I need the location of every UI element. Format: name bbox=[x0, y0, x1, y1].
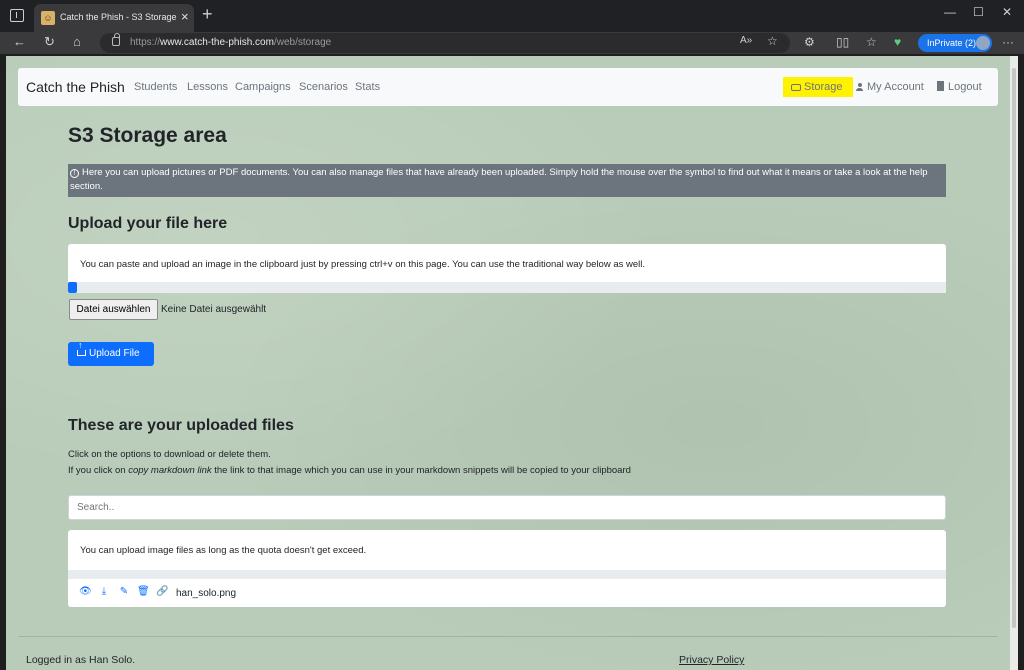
refresh-icon[interactable]: ↻ bbox=[44, 34, 55, 50]
page-title: S3 Storage area bbox=[68, 124, 227, 147]
scroll-thumb[interactable] bbox=[1012, 68, 1016, 628]
inprivate-badge[interactable]: InPrivate (2) bbox=[918, 34, 992, 52]
browser-tab-bar: ☺ Catch the Phish - S3 Storage area × + … bbox=[0, 0, 1024, 32]
file-chooser-status: Keine Datei ausgewählt bbox=[161, 304, 267, 315]
privacy-policy-link[interactable]: Privacy Policy bbox=[679, 654, 744, 666]
file-name: han_solo.png bbox=[176, 588, 237, 599]
back-icon[interactable]: ← bbox=[13, 34, 26, 49]
brand-link[interactable]: Catch the Phish bbox=[26, 79, 125, 95]
new-tab-icon[interactable]: + bbox=[202, 4, 213, 25]
tab-title: Catch the Phish - S3 Storage area bbox=[60, 12, 178, 22]
close-window-icon[interactable]: ✕ bbox=[1002, 5, 1012, 19]
nav-campaigns[interactable]: Campaigns bbox=[235, 81, 291, 93]
upload-progress-bar bbox=[68, 282, 946, 293]
home-icon[interactable]: ⌂ bbox=[73, 34, 81, 49]
url-text: https://www.catch-the-phish.com/web/stor… bbox=[130, 37, 332, 48]
files-hint-1: Click on the options to download or dele… bbox=[68, 449, 271, 460]
upload-file-label: Upload File bbox=[89, 348, 140, 359]
files-hint-2: If you click on copy markdown link the l… bbox=[68, 465, 631, 476]
choose-file-button[interactable]: Datei auswählen bbox=[69, 299, 158, 320]
info-icon: ! bbox=[70, 169, 79, 178]
quota-text: You can upload image files as long as th… bbox=[80, 545, 367, 556]
quota-progress-bar bbox=[68, 570, 946, 579]
address-bar: ← ↻ ⌂ https://www.catch-the-phish.com/we… bbox=[0, 32, 1024, 54]
more-menu-icon[interactable]: ··· bbox=[1002, 35, 1014, 49]
delete-trash-icon[interactable]: 🗑 bbox=[137, 586, 150, 598]
info-alert: ! Here you can upload pictures or PDF doc… bbox=[68, 164, 946, 197]
nav-logout[interactable]: Logout bbox=[937, 81, 982, 93]
storage-icon bbox=[791, 84, 801, 91]
person-icon bbox=[856, 83, 863, 91]
footer-divider bbox=[18, 636, 998, 637]
url-field[interactable]: https://www.catch-the-phish.com/web/stor… bbox=[100, 33, 790, 53]
nav-storage[interactable]: Storage bbox=[783, 77, 853, 97]
logged-in-text: Logged in as Han Solo. bbox=[26, 654, 136, 666]
minimize-icon[interactable]: — bbox=[944, 5, 956, 19]
nav-my-account-label: My Account bbox=[867, 81, 924, 93]
split-screen-icon[interactable]: ▯▯ bbox=[836, 35, 849, 49]
copy-markdown-link-icon[interactable]: 🔗 bbox=[156, 586, 168, 598]
upload-file-button[interactable]: Upload File bbox=[68, 341, 154, 366]
inprivate-label: InPrivate (2) bbox=[927, 38, 977, 48]
quota-card: You can upload image files as long as th… bbox=[68, 530, 946, 570]
favorites-icon[interactable]: ☆ bbox=[866, 35, 877, 49]
tab-actions-icon[interactable] bbox=[10, 9, 24, 22]
web-page: Catch the Phish Students Lessons Campaig… bbox=[6, 56, 1018, 670]
paste-hint-card: You can paste and upload an image in the… bbox=[68, 244, 946, 282]
upload-heading: Upload your file here bbox=[68, 215, 228, 232]
info-text: Here you can upload pictures or PDF docu… bbox=[70, 167, 928, 192]
browser-tab[interactable]: ☺ Catch the Phish - S3 Storage area × bbox=[34, 4, 194, 32]
view-eye-icon[interactable]: 👁 bbox=[79, 586, 92, 598]
read-aloud-icon[interactable]: A» bbox=[740, 35, 752, 46]
upload-icon bbox=[77, 341, 86, 356]
browser-essentials-icon[interactable]: ♥ bbox=[894, 35, 901, 49]
download-icon[interactable]: ⤓ bbox=[98, 586, 110, 598]
nav-storage-label: Storage bbox=[804, 81, 843, 93]
tab-close-icon[interactable]: × bbox=[181, 9, 189, 24]
nav-my-account[interactable]: My Account bbox=[856, 81, 924, 93]
search-input[interactable] bbox=[68, 495, 946, 520]
nav-students[interactable]: Students bbox=[134, 81, 177, 93]
site-favicon-icon: ☺ bbox=[41, 11, 55, 25]
page-scrollbar[interactable] bbox=[1010, 56, 1018, 670]
lock-icon bbox=[112, 33, 120, 46]
door-icon bbox=[937, 81, 944, 91]
site-navbar: Catch the Phish Students Lessons Campaig… bbox=[18, 68, 998, 106]
file-row: 👁 ⤓ ✎ 🗑 🔗 han_solo.png bbox=[68, 579, 946, 607]
upload-progress-fill bbox=[68, 282, 77, 293]
profile-avatar bbox=[976, 36, 990, 50]
paste-hint-text: You can paste and upload an image in the… bbox=[80, 259, 645, 270]
maximize-icon[interactable]: ☐ bbox=[973, 5, 984, 19]
files-heading: These are your uploaded files bbox=[68, 417, 294, 434]
nav-stats[interactable]: Stats bbox=[355, 81, 380, 93]
favorite-star-icon[interactable]: ☆ bbox=[767, 34, 778, 48]
nav-logout-label: Logout bbox=[948, 81, 982, 93]
nav-scenarios[interactable]: Scenarios bbox=[299, 81, 348, 93]
edit-pencil-icon[interactable]: ✎ bbox=[118, 586, 130, 598]
extensions-icon[interactable]: ⚙ bbox=[804, 35, 815, 49]
nav-lessons[interactable]: Lessons bbox=[187, 81, 228, 93]
